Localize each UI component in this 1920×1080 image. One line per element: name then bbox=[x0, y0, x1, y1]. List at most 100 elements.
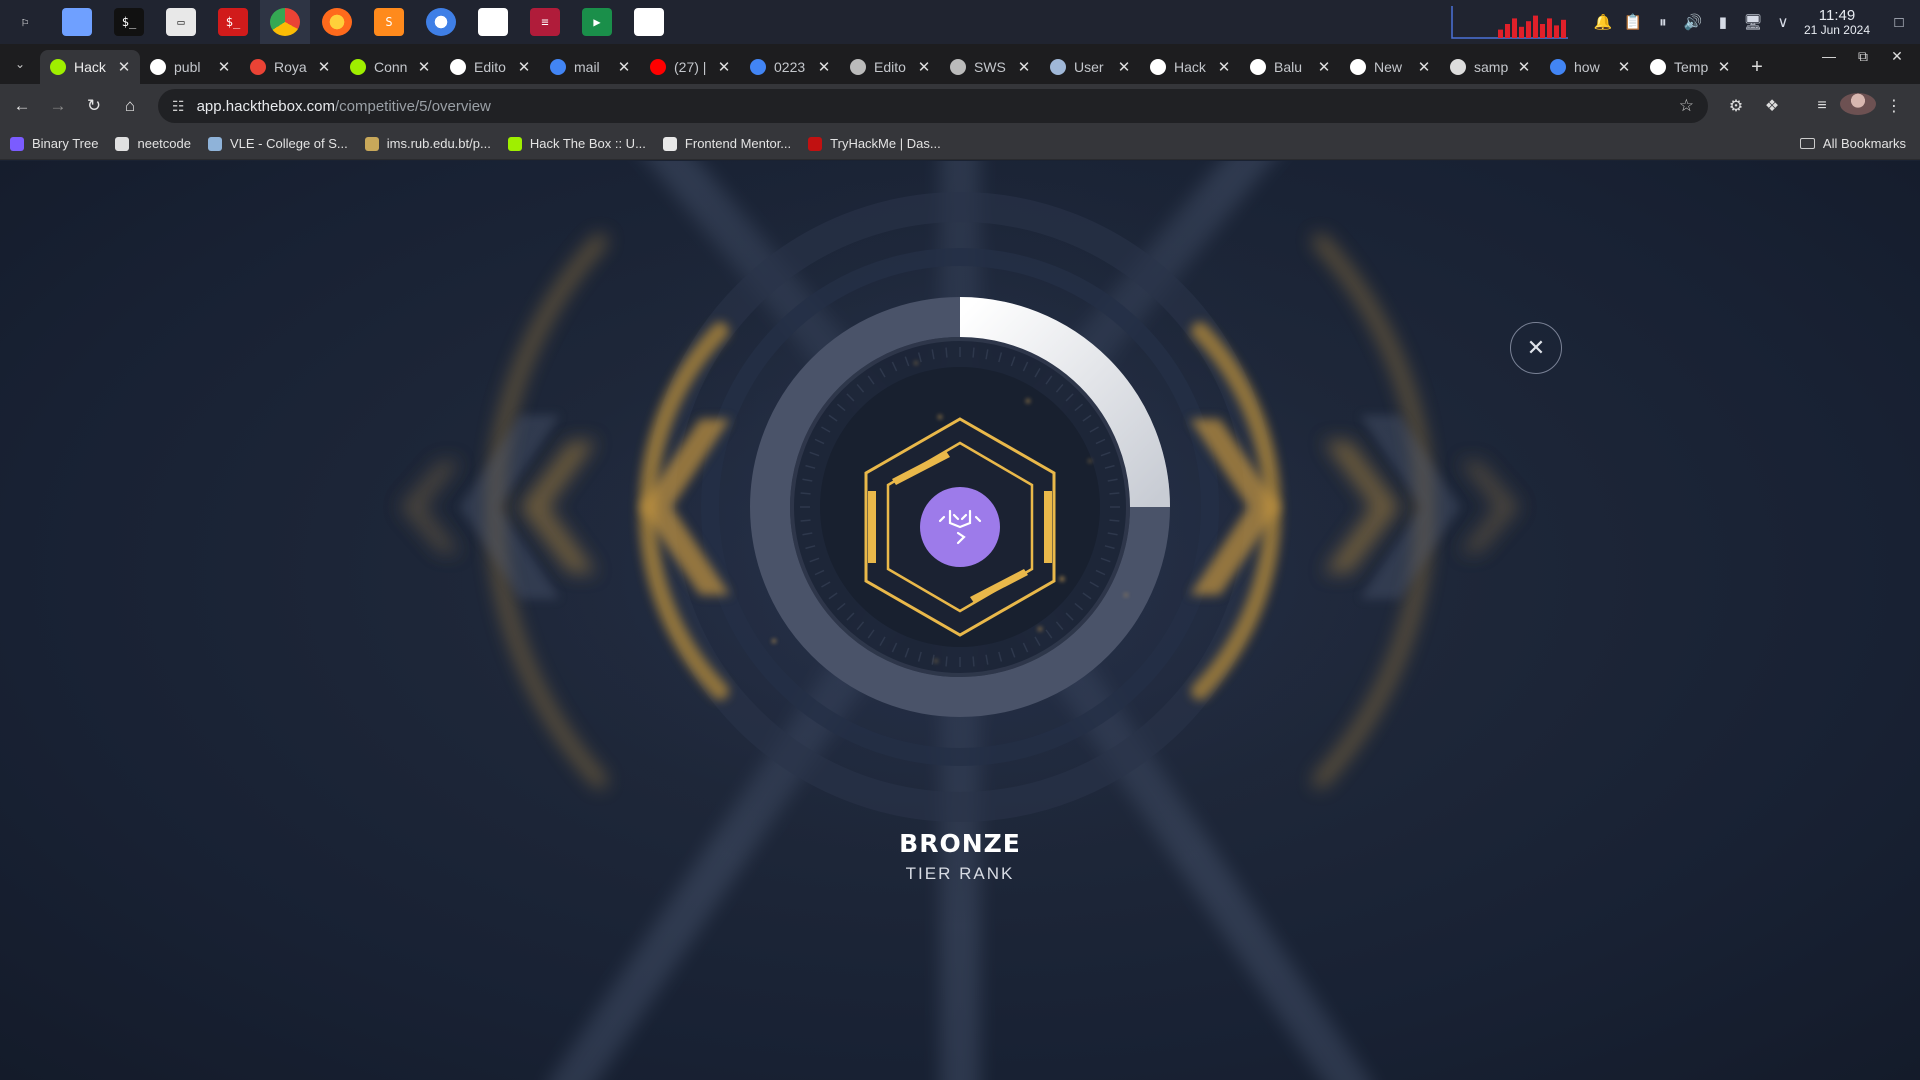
tab-close-icon[interactable]: ✕ bbox=[616, 58, 632, 76]
tab-title: 0223 bbox=[774, 59, 806, 75]
taskbar-app-button[interactable] bbox=[52, 0, 102, 44]
tab-title: mail bbox=[574, 59, 600, 75]
battery-icon[interactable]: ▮ bbox=[1708, 13, 1738, 31]
taskbar-app-button[interactable]: ≡ bbox=[520, 0, 570, 44]
tab-close-icon[interactable]: ✕ bbox=[1116, 58, 1132, 76]
media-control-icon[interactable]: ≡ bbox=[1804, 97, 1840, 115]
tab-close-icon[interactable]: ✕ bbox=[516, 58, 532, 76]
taskbar-app-button[interactable]: $_ bbox=[208, 0, 258, 44]
taskbar-app-button[interactable] bbox=[624, 0, 674, 44]
browser-tab[interactable]: Hack ✕ bbox=[40, 50, 140, 84]
globe-icon bbox=[950, 59, 966, 75]
pause-media-icon[interactable]: ⏸ bbox=[1648, 14, 1678, 31]
tab-close-icon[interactable]: ✕ bbox=[1316, 58, 1332, 76]
system-clock[interactable]: 11:49 21 Jun 2024 bbox=[1804, 8, 1870, 36]
browser-tab[interactable]: User ✕ bbox=[1040, 50, 1140, 84]
browser-tab[interactable]: SWS ✕ bbox=[940, 50, 1040, 84]
browser-tab[interactable]: Edito ✕ bbox=[840, 50, 940, 84]
browser-tab[interactable]: New ✕ bbox=[1340, 50, 1440, 84]
htb-icon bbox=[50, 59, 66, 75]
browser-tab[interactable]: 0223 ✕ bbox=[740, 50, 840, 84]
bookmark-item[interactable]: ims.rub.edu.bt/p... bbox=[364, 136, 491, 151]
clipboard-icon[interactable]: 📋 bbox=[1618, 13, 1648, 31]
tab-close-icon[interactable]: ✕ bbox=[316, 58, 332, 76]
bookmark-item[interactable]: VLE - College of S... bbox=[207, 136, 348, 151]
taskbar-app-button[interactable] bbox=[260, 0, 310, 44]
firefox-icon bbox=[322, 8, 352, 36]
terminal-icon: $_ bbox=[114, 8, 144, 36]
tab-close-icon[interactable]: ✕ bbox=[216, 58, 232, 76]
tab-close-icon[interactable]: ✕ bbox=[1416, 58, 1432, 76]
youtube-icon bbox=[650, 59, 666, 75]
extensions-puzzle-icon[interactable]: ❖ bbox=[1754, 96, 1790, 116]
browser-tab[interactable]: Conn ✕ bbox=[340, 50, 440, 84]
taskbar-app-button[interactable]: ▶ bbox=[572, 0, 622, 44]
tab-close-icon[interactable]: ✕ bbox=[1016, 58, 1032, 76]
url-domain: app.hackthebox.com bbox=[196, 97, 335, 115]
code-icon bbox=[1450, 59, 1466, 75]
bookmark-item[interactable]: Binary Tree bbox=[10, 136, 98, 151]
minimize-icon[interactable]: — bbox=[1812, 48, 1846, 65]
browser-tab[interactable]: samp ✕ bbox=[1440, 50, 1540, 84]
browser-tab[interactable]: Balu ✕ bbox=[1240, 50, 1340, 84]
restore-icon[interactable]: ⧉ bbox=[1846, 48, 1880, 65]
bookmark-star-icon[interactable]: ☆ bbox=[1679, 96, 1694, 116]
volume-icon[interactable]: 🔊 bbox=[1678, 13, 1708, 31]
forward-button[interactable]: → bbox=[40, 88, 76, 124]
github-icon bbox=[150, 59, 166, 75]
new-tab-button[interactable]: + bbox=[1740, 50, 1774, 84]
bookmarks-bar: Binary Tree neetcode VLE - College of S...… bbox=[0, 128, 1920, 160]
browser-tab[interactable]: Hack ✕ bbox=[1140, 50, 1240, 84]
tab-close-icon[interactable]: ✕ bbox=[916, 58, 932, 76]
tab-close-icon[interactable]: ✕ bbox=[816, 58, 832, 76]
htb-icon bbox=[350, 59, 366, 75]
url-text[interactable]: app.hackthebox.com/competitive/5/overvie… bbox=[197, 98, 491, 115]
tab-close-icon[interactable]: ✕ bbox=[416, 58, 432, 76]
home-button[interactable]: ⌂ bbox=[112, 88, 148, 124]
close-modal-button[interactable]: ✕ bbox=[1510, 322, 1562, 374]
bookmark-item[interactable]: TryHackMe | Das... bbox=[808, 136, 941, 151]
browser-tab-strip: ⌄ Hack ✕ publ ✕ Roya ✕ Conn ✕ Edito ✕ mail ✕ (27) | ✕… bbox=[0, 44, 1920, 84]
taskbar-app-button[interactable] bbox=[416, 0, 466, 44]
tab-close-icon[interactable]: ✕ bbox=[1516, 58, 1532, 76]
tab-close-icon[interactable]: ✕ bbox=[1716, 58, 1732, 76]
tab-close-icon[interactable]: ✕ bbox=[1616, 58, 1632, 76]
chevron-down-icon[interactable]: ∨ bbox=[1768, 13, 1798, 31]
browser-tab[interactable]: Edito ✕ bbox=[440, 50, 540, 84]
taskbar-app-button[interactable]: $_ bbox=[104, 0, 154, 44]
tab-close-icon[interactable]: ✕ bbox=[116, 58, 132, 76]
tab-close-icon[interactable]: ✕ bbox=[716, 58, 732, 76]
browser-tab[interactable]: Temp ✕ bbox=[1640, 50, 1740, 84]
show-desktop-icon[interactable]: □ bbox=[1884, 14, 1914, 31]
bookmark-item[interactable]: Hack The Box :: U... bbox=[507, 136, 646, 151]
rank-background-scene bbox=[400, 161, 1520, 1080]
profile-avatar[interactable] bbox=[1840, 92, 1876, 120]
menu-dots-icon[interactable]: ⋮ bbox=[1876, 96, 1912, 116]
tab-close-icon[interactable]: ✕ bbox=[1216, 58, 1232, 76]
taskbar-app-button[interactable]: ▭ bbox=[156, 0, 206, 44]
browser-tab[interactable]: mail ✕ bbox=[540, 50, 640, 84]
tab-search-button[interactable]: ⌄ bbox=[0, 44, 40, 84]
tab-title: Hack bbox=[1174, 59, 1206, 75]
bookmark-item[interactable]: neetcode bbox=[115, 136, 191, 151]
extension-badge-icon[interactable]: ⚙ bbox=[1718, 96, 1754, 116]
network-icon[interactable]: 🖥 bbox=[1738, 13, 1768, 31]
reload-button[interactable]: ↻ bbox=[76, 88, 112, 124]
notification-bell-icon[interactable]: 🔔 bbox=[1588, 13, 1618, 31]
address-bar[interactable]: ☷ app.hackthebox.com/competitive/5/overv… bbox=[158, 89, 1708, 123]
browser-tab[interactable]: (27) | ✕ bbox=[640, 50, 740, 84]
tab-list: Hack ✕ publ ✕ Roya ✕ Conn ✕ Edito ✕ mail ✕ (27) | ✕ 02… bbox=[40, 50, 1740, 84]
taskbar-app-button[interactable] bbox=[468, 0, 518, 44]
back-button[interactable]: ← bbox=[4, 88, 40, 124]
bookmark-item[interactable]: Frontend Mentor... bbox=[662, 136, 791, 151]
taskbar-app-button[interactable] bbox=[312, 0, 362, 44]
close-window-icon[interactable]: ✕ bbox=[1880, 48, 1914, 65]
site-settings-icon[interactable]: ☷ bbox=[172, 98, 185, 115]
taskbar-app-button[interactable]: S bbox=[364, 0, 414, 44]
all-bookmarks-button[interactable]: All Bookmarks bbox=[1799, 136, 1906, 151]
browser-tab[interactable]: how ✕ bbox=[1540, 50, 1640, 84]
taskbar-app-button[interactable]: ⚐ bbox=[0, 0, 50, 44]
tab-title: (27) | bbox=[674, 59, 707, 75]
browser-tab[interactable]: publ ✕ bbox=[140, 50, 240, 84]
browser-tab[interactable]: Roya ✕ bbox=[240, 50, 340, 84]
